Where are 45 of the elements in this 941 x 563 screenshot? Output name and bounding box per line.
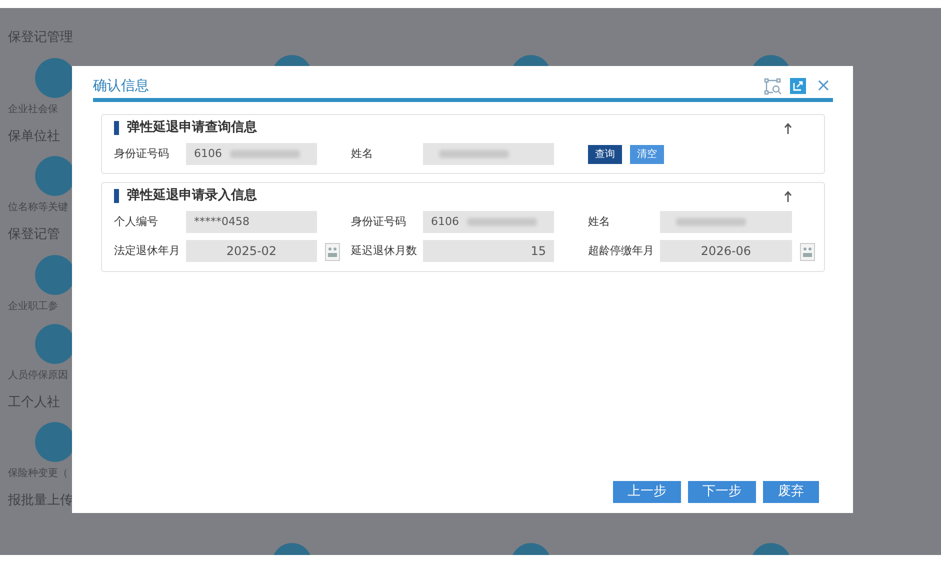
field-label: 姓名 <box>588 214 611 230</box>
select-zoom-icon[interactable] <box>764 78 782 94</box>
section-heading: 保单位社 <box>8 128 60 146</box>
footer-button[interactable]: 废弃 <box>763 481 819 503</box>
external-link-icon[interactable] <box>790 78 806 94</box>
footer-button[interactable]: 下一步 <box>688 481 756 503</box>
tile-label[interactable]: 保险种变更（ <box>8 466 72 481</box>
panel-title: 弹性延退申请录入信息 <box>114 189 257 203</box>
tile-label[interactable]: 企业职工参 <box>8 298 72 314</box>
field-label: 延迟退休月数 <box>351 242 418 259</box>
section-heading: 保登记管 <box>8 226 60 244</box>
close-button[interactable]: × <box>814 77 833 95</box>
input-field[interactable]: 2026-06 <box>660 240 792 262</box>
section-heading: 工个人社 <box>8 394 60 412</box>
section-heading: 保登记管理 <box>8 29 73 47</box>
section-heading: 报批量上传 <box>8 492 73 510</box>
query-button[interactable]: 查询 <box>588 144 622 164</box>
input-field[interactable]: 6106 <box>423 211 554 233</box>
field-label: 身份证号码 <box>114 146 170 162</box>
calendar-icon[interactable] <box>800 242 815 261</box>
input-field[interactable]: *****0458 <box>186 211 317 233</box>
input-field[interactable] <box>423 143 554 165</box>
collapse-arrow-icon[interactable] <box>784 122 792 134</box>
clear-button[interactable]: 清空 <box>630 144 664 164</box>
input-field[interactable]: 2025-02 <box>186 240 317 262</box>
tile-label[interactable]: 人员停保原因 <box>8 368 72 382</box>
redaction-blur <box>676 218 746 226</box>
dialog-title: 确认信息 <box>93 76 149 96</box>
tile-label[interactable]: 位名称等关键 <box>8 200 72 215</box>
panel-title: 弹性延退申请查询信息 <box>114 121 257 135</box>
field-label: 超龄停缴年月 <box>588 242 655 259</box>
redaction-blur <box>439 150 509 158</box>
tile-label[interactable]: 企业社会保 <box>8 102 72 116</box>
collapse-arrow-icon[interactable] <box>784 190 792 202</box>
footer-button[interactable]: 上一步 <box>613 481 681 503</box>
field-label: 姓名 <box>351 146 374 162</box>
input-field[interactable] <box>660 211 792 233</box>
calendar-icon[interactable] <box>325 242 340 261</box>
input-field[interactable]: 15 <box>423 240 554 262</box>
field-label: 法定退休年月 <box>114 242 181 259</box>
input-field[interactable]: 6106 <box>186 143 317 165</box>
redaction-blur <box>230 150 300 158</box>
field-label: 身份证号码 <box>351 214 407 230</box>
redaction-blur <box>467 218 537 226</box>
field-label: 个人编号 <box>114 214 159 230</box>
